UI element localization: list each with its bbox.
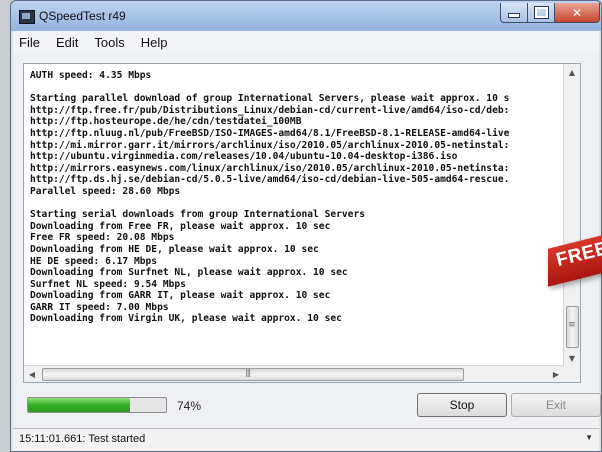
log-line: GARR IT speed: 7.00 Mbps [30,301,169,313]
status-bar: 15:11:01.661: Test started ▼ [13,428,599,451]
log-line: Starting serial downloads from group Int… [30,209,366,221]
scroll-up-icon[interactable]: ▲ [564,64,580,80]
exit-button[interactable]: Exit [511,393,601,417]
scrollbar-corner [564,366,580,382]
log-line: HE DE speed: 6.17 Mbps [30,255,158,267]
maximize-button[interactable] [527,3,555,23]
log-line: http://ubuntu.virginmedia.com/releases/1… [30,151,458,163]
app-window-icon [19,10,35,24]
minimize-icon [508,13,520,18]
log-line: http://mirrors.easynews.com/linux/archli… [30,162,510,174]
scroll-right-icon[interactable]: ▶ [548,366,564,382]
progress-percent: 74% [177,399,202,413]
progress-fill [28,398,131,412]
log-line: Downloading from HE DE, please wait appr… [30,243,319,255]
log-line: AUTH speed: 4.35 Mbps [30,70,152,81]
close-button[interactable]: ✕ [554,3,600,23]
menu-help[interactable]: Help [133,35,176,50]
log-line: http://ftp.ds.hj.se/debian-cd/5.0.5-live… [30,174,510,186]
menu-file[interactable]: File [13,35,48,50]
title-bar[interactable]: QSpeedTest r49 ✕ [11,1,601,31]
log-line: http://ftp.nluug.nl/pub/FreeBSD/ISO-IMAG… [30,127,510,139]
log-line: http://ftp.hosteurope.de/he/cdn/testdate… [30,116,302,128]
status-text: 15:11:01.661: Test started [19,433,146,445]
log-line: Downloading from Virgin UK, please wait … [30,313,342,325]
log-line: Free FR speed: 20.08 Mbps [30,232,175,244]
log-line: Downloading from GARR IT, please wait ap… [30,290,331,302]
menu-bar: File Edit Tools Help [13,31,599,53]
menu-edit[interactable]: Edit [48,35,86,50]
log-line: http://mi.mirror.garr.it/mirrors/archlin… [30,139,510,151]
log-line: Downloading from Surfnet NL, please wait… [30,267,348,279]
close-icon: ✕ [571,5,583,20]
log-output[interactable]: AUTH speed: 4.35 Mbps Starting parallel … [23,63,581,383]
log-line: Surfnet NL speed: 9.54 Mbps [30,278,186,290]
horizontal-scroll-thumb[interactable] [42,368,464,381]
stop-button[interactable]: Stop [417,393,507,417]
log-line: Starting parallel download of group Inte… [30,93,510,105]
vertical-scrollbar[interactable]: ▲ ▼ [563,64,580,366]
scroll-down-icon[interactable]: ▼ [564,350,580,366]
menu-tools[interactable]: Tools [86,35,132,50]
main-panel: AUTH speed: 4.35 Mbps Starting parallel … [13,53,601,451]
log-text: AUTH speed: 4.35 Mbps Starting parallel … [30,70,565,360]
window-title: QSpeedTest r49 [39,9,126,23]
status-dropdown-icon[interactable]: ▼ [585,433,593,442]
scroll-left-icon[interactable]: ◀ [24,366,40,382]
log-line: Parallel speed: 28.60 Mbps [30,185,181,197]
horizontal-scrollbar[interactable]: ◀ ▶ [24,365,564,382]
log-line: http://ftp.free.fr/pub/Distributions_Lin… [30,104,510,116]
minimize-button[interactable] [500,3,528,23]
vertical-scroll-thumb[interactable] [566,306,579,348]
progress-bar [27,397,167,413]
app-window: QSpeedTest r49 ✕ File Edit Tools Help AU… [10,0,602,452]
maximize-icon [533,6,549,19]
log-line: Downloading from Free FR, please wait ap… [30,220,331,232]
